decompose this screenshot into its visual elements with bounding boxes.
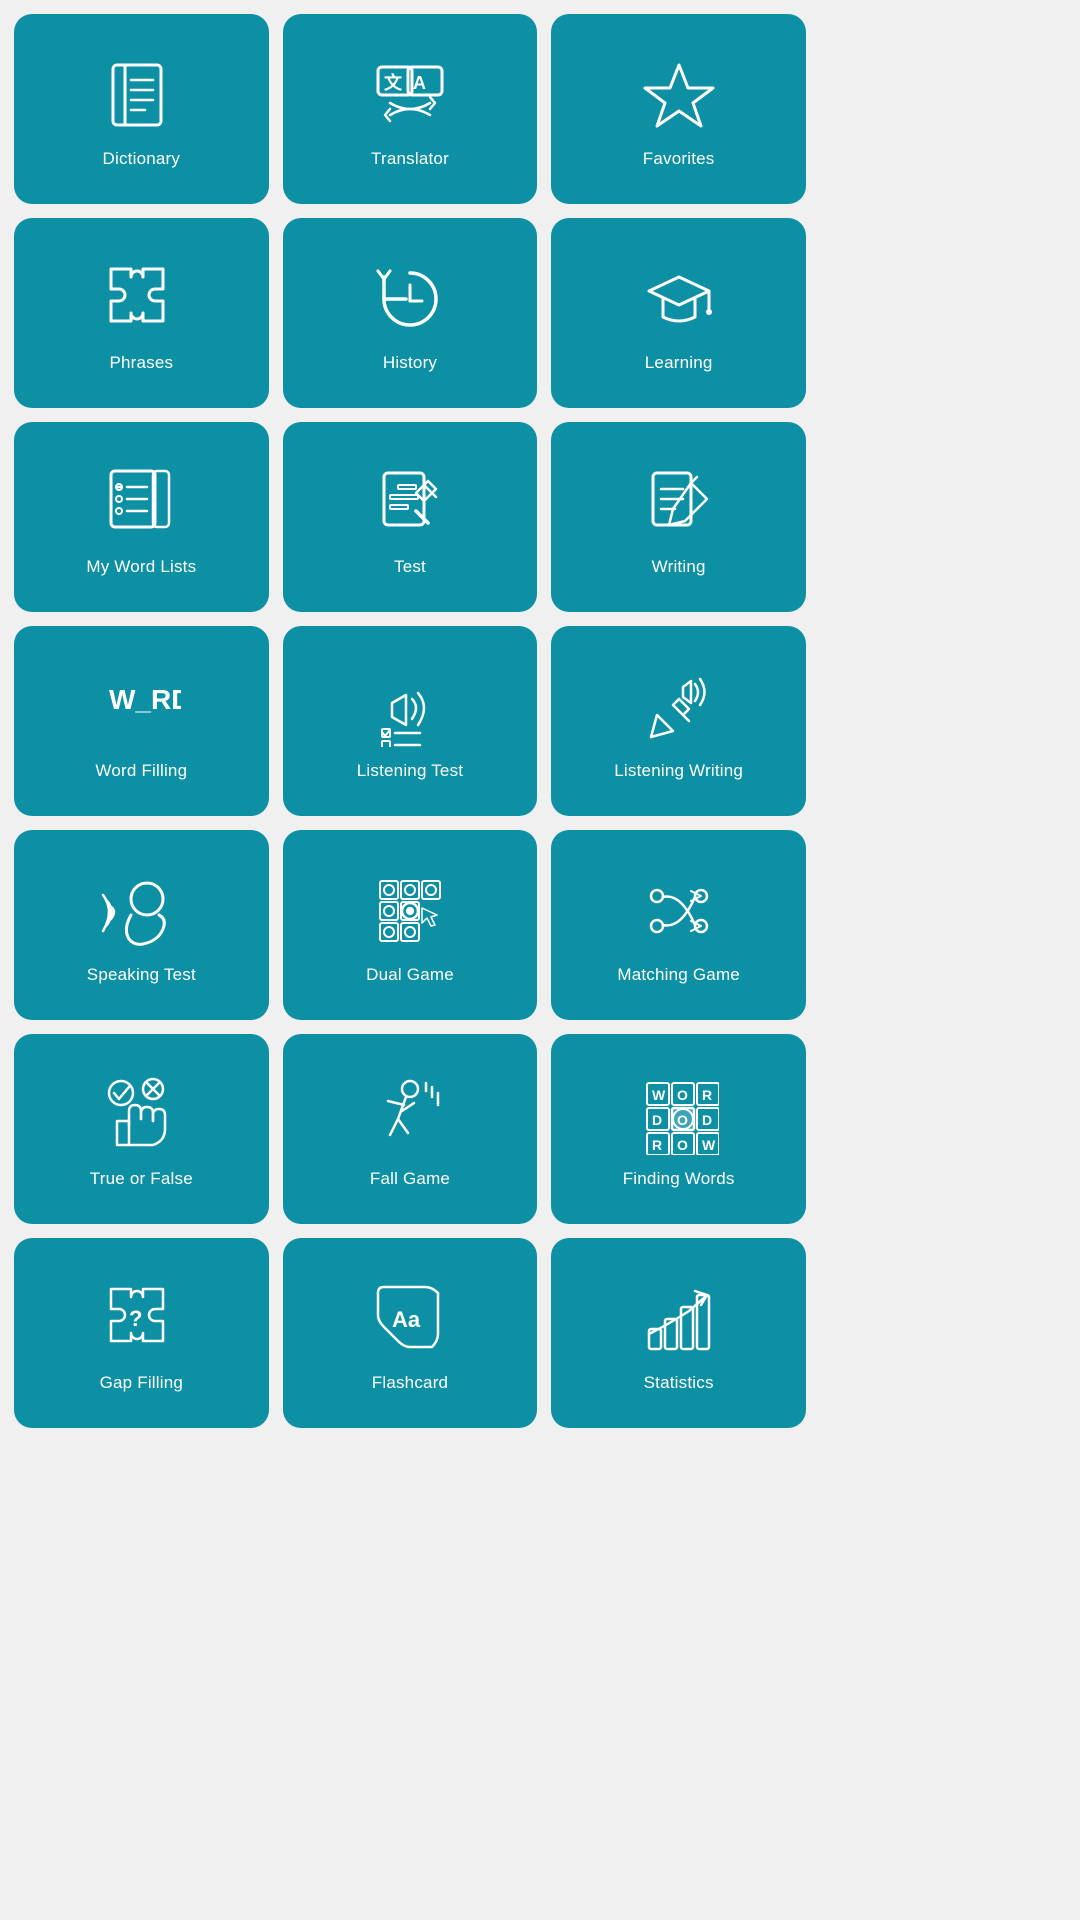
- card-test[interactable]: Test: [283, 422, 538, 612]
- card-learning[interactable]: Learning: [551, 218, 806, 408]
- favorites-label: Favorites: [643, 149, 715, 169]
- svg-text:W: W: [652, 1087, 666, 1103]
- true-or-false-icon: [101, 1075, 181, 1155]
- speaking-test-icon: [101, 871, 181, 951]
- true-or-false-label: True or False: [90, 1169, 193, 1189]
- dictionary-label: Dictionary: [103, 149, 181, 169]
- svg-text:D: D: [702, 1112, 712, 1128]
- matching-game-icon: [639, 871, 719, 951]
- word-filling-icon: W_RD: [101, 667, 181, 747]
- card-listening-test[interactable]: Listening Test: [283, 626, 538, 816]
- finding-words-icon: W O R D O D R O W: [639, 1075, 719, 1155]
- svg-text:A: A: [413, 73, 426, 93]
- svg-text:?: ?: [129, 1306, 142, 1331]
- test-label: Test: [394, 557, 426, 577]
- flashcard-label: Flashcard: [372, 1373, 448, 1393]
- svg-text:D: D: [652, 1112, 662, 1128]
- my-word-lists-icon: [101, 463, 181, 543]
- flashcard-icon: Aa: [370, 1279, 450, 1359]
- card-my-word-lists[interactable]: My Word Lists: [14, 422, 269, 612]
- dictionary-icon: [101, 55, 181, 135]
- translator-label: Translator: [371, 149, 449, 169]
- svg-text:O: O: [677, 1112, 688, 1128]
- card-flashcard[interactable]: Aa Flashcard: [283, 1238, 538, 1428]
- card-gap-filling[interactable]: ? Gap Filling: [14, 1238, 269, 1428]
- svg-text:R: R: [652, 1137, 662, 1153]
- writing-label: Writing: [652, 557, 706, 577]
- test-icon: [370, 463, 450, 543]
- card-matching-game[interactable]: Matching Game: [551, 830, 806, 1020]
- listening-writing-label: Listening Writing: [614, 761, 743, 781]
- phrases-label: Phrases: [109, 353, 173, 373]
- card-dictionary[interactable]: Dictionary: [14, 14, 269, 204]
- fall-game-label: Fall Game: [370, 1169, 450, 1189]
- svg-text:W_RD: W_RD: [109, 684, 181, 715]
- card-listening-writing[interactable]: Listening Writing: [551, 626, 806, 816]
- statistics-label: Statistics: [644, 1373, 714, 1393]
- dual-game-icon: [370, 871, 450, 951]
- my-word-lists-label: My Word Lists: [86, 557, 196, 577]
- learning-label: Learning: [645, 353, 713, 373]
- card-statistics[interactable]: Statistics: [551, 1238, 806, 1428]
- card-writing[interactable]: Writing: [551, 422, 806, 612]
- app-grid: Dictionary 文 A Translator Favorites: [0, 0, 820, 1442]
- svg-text:Aa: Aa: [392, 1307, 421, 1332]
- svg-text:文: 文: [384, 72, 403, 93]
- card-fall-game[interactable]: Fall Game: [283, 1034, 538, 1224]
- svg-text:O: O: [677, 1087, 688, 1103]
- svg-text:O: O: [677, 1137, 688, 1153]
- card-dual-game[interactable]: Dual Game: [283, 830, 538, 1020]
- speaking-test-label: Speaking Test: [87, 965, 196, 985]
- dual-game-label: Dual Game: [366, 965, 454, 985]
- learning-icon: [639, 259, 719, 339]
- svg-text:W: W: [702, 1137, 716, 1153]
- gap-filling-label: Gap Filling: [100, 1373, 183, 1393]
- card-favorites[interactable]: Favorites: [551, 14, 806, 204]
- statistics-icon: [639, 1279, 719, 1359]
- card-word-filling[interactable]: W_RD Word Filling: [14, 626, 269, 816]
- translator-icon: 文 A: [370, 55, 450, 135]
- favorites-icon: [639, 55, 719, 135]
- fall-game-icon: [370, 1075, 450, 1155]
- card-speaking-test[interactable]: Speaking Test: [14, 830, 269, 1020]
- svg-text:R: R: [702, 1087, 712, 1103]
- writing-icon: [639, 463, 719, 543]
- matching-game-label: Matching Game: [617, 965, 740, 985]
- card-true-or-false[interactable]: True or False: [14, 1034, 269, 1224]
- listening-test-icon: [370, 667, 450, 747]
- gap-filling-icon: ?: [101, 1279, 181, 1359]
- card-finding-words[interactable]: W O R D O D R O W Finding Words: [551, 1034, 806, 1224]
- history-icon: [370, 259, 450, 339]
- history-label: History: [383, 353, 437, 373]
- listening-test-label: Listening Test: [357, 761, 463, 781]
- listening-writing-icon: [639, 667, 719, 747]
- phrases-icon: [101, 259, 181, 339]
- card-history[interactable]: History: [283, 218, 538, 408]
- word-filling-label: Word Filling: [95, 761, 187, 781]
- finding-words-label: Finding Words: [623, 1169, 735, 1189]
- card-translator[interactable]: 文 A Translator: [283, 14, 538, 204]
- card-phrases[interactable]: Phrases: [14, 218, 269, 408]
